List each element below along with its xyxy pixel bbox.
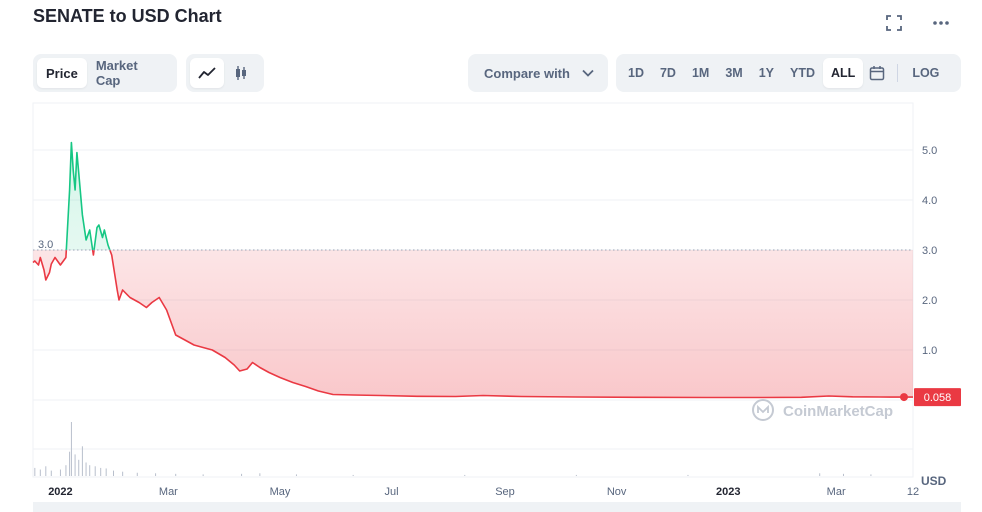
y-axis: 1.0 2.0 3.0 4.0 5.0 USD [921,145,947,488]
range-all[interactable]: ALL [823,58,864,88]
y-tick-label-2: 3.0 [922,245,937,257]
line-chart-button[interactable] [190,58,224,88]
x-tick-label-4: Sep [495,486,515,498]
last-price-dot [900,393,908,402]
range-3m[interactable]: 3M [717,58,750,88]
watermark-text: CoinMarketCap [783,403,893,420]
y-tick-label-0: 1.0 [922,345,937,357]
more-icon[interactable] [930,12,952,34]
line-chart-icon [198,67,216,79]
x-tick-label-5: Nov [607,486,627,498]
watermark-logo-mark [757,404,769,414]
last-price-label: 0.058 [924,392,952,404]
y-tick-label-4: 5.0 [922,145,937,157]
compare-with-label: Compare with [484,65,570,81]
range-ytd[interactable]: YTD [782,58,823,88]
currency-label: USD [921,474,947,488]
more-icon-glyph [933,21,949,25]
range-7d[interactable]: 7D [652,58,684,88]
log-scale-toggle[interactable]: LOG [904,58,947,88]
x-axis: 2022 Mar May Jul Sep Nov 2023 Mar 12 [48,486,919,498]
range-navigator[interactable] [33,502,961,512]
x-tick-label-6: 2023 [716,486,740,498]
y-tick-label-3: 4.0 [922,195,937,207]
x-tick-label-1: Mar [159,486,178,498]
range-1d[interactable]: 1D [620,58,652,88]
x-tick-label-0: 2022 [48,486,72,498]
price-chart[interactable]: 3.0 CoinMarketCap 1.0 2.0 3.0 4.0 5.0 USD 202… [0,100,982,500]
tab-price[interactable]: Price [37,58,87,88]
time-range-selector: 1D 7D 1M 3M 1Y YTD ALL LOG [616,54,961,92]
calendar-icon [870,66,885,81]
range-1y[interactable]: 1Y [751,58,782,88]
range-divider [897,64,899,82]
x-tick-label-2: May [270,486,291,498]
watermark-group: CoinMarketCap [752,399,893,421]
candlestick-icon [236,66,246,80]
calendar-button[interactable] [863,58,891,88]
price-type-toggle: Price Market Cap [33,54,177,92]
fullscreen-icon[interactable] [883,12,905,34]
price-area [33,142,913,398]
x-tick-label-8: 12 [907,486,919,498]
tab-market-cap[interactable]: Market Cap [87,58,173,88]
compare-with-dropdown[interactable]: Compare with [468,54,608,92]
y-tick-label-1: 2.0 [922,295,937,307]
range-1m[interactable]: 1M [684,58,717,88]
baseline-group: 3.0 [33,239,913,251]
baseline-label: 3.0 [38,239,53,251]
area-below-baseline [33,250,913,398]
x-tick-label-3: Jul [385,486,399,498]
chart-style-toggle [186,54,264,92]
candlestick-button[interactable] [224,58,258,88]
x-tick-label-7: Mar [827,486,846,498]
chevron-down-icon [582,69,594,77]
fullscreen-icon-glyph [886,15,902,31]
watermark-logo [752,399,774,421]
chart-title: SENATE to USD Chart [33,6,222,26]
